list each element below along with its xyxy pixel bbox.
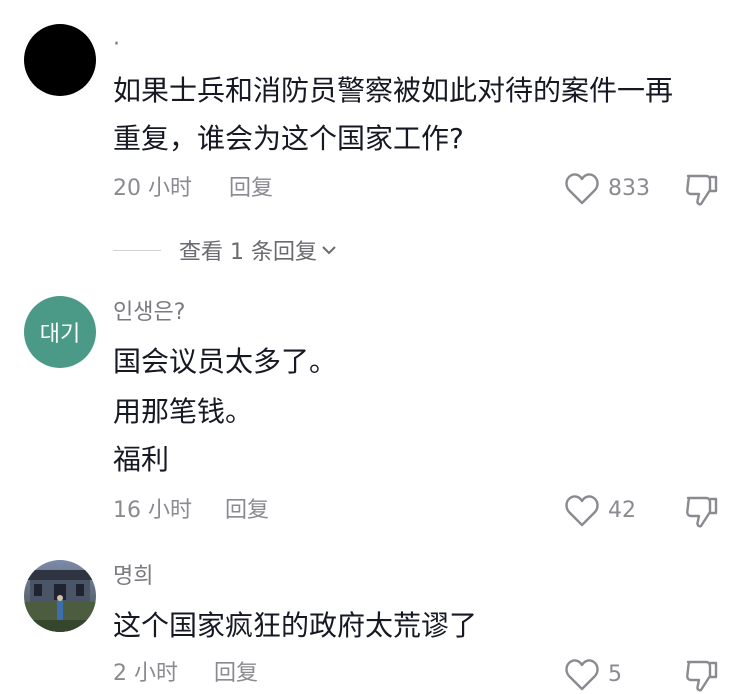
like-button[interactable]: 5 — [564, 658, 622, 692]
dislike-icon[interactable] — [684, 658, 720, 694]
like-count: 5 — [608, 662, 622, 687]
comment-text-line: 国会议员太多了。 — [113, 345, 338, 378]
view-replies-label: 查看 1 条回复 — [179, 240, 317, 265]
like-count: 42 — [608, 498, 636, 523]
chevron-down-icon — [321, 244, 337, 256]
comment-text-line: 福利 — [113, 443, 170, 476]
comment-text-line: 重复，谁会为这个国家工作? — [113, 122, 464, 155]
comment-time: 2 小时 — [113, 661, 178, 686]
comment-text-line: 用那笔钱。 — [113, 395, 254, 428]
like-count: 833 — [608, 176, 650, 201]
username[interactable]: · — [113, 34, 120, 56]
avatar[interactable]: 대기 — [24, 296, 96, 368]
heart-icon — [564, 172, 600, 206]
reply-button[interactable]: 回复 — [225, 500, 269, 522]
like-button[interactable]: 42 — [564, 494, 636, 528]
dislike-icon[interactable] — [684, 172, 720, 208]
heart-icon — [564, 658, 600, 692]
comment-text-line: 这个国家疯狂的政府太荒谬了 — [113, 609, 478, 642]
comment-time: 20 小时 — [113, 176, 192, 201]
comment-text-line: 如果士兵和消防员警察被如此对待的案件一再 — [113, 74, 674, 107]
view-replies-button[interactable]: 查看 1 条回复 — [113, 234, 337, 266]
heart-icon — [564, 494, 600, 528]
username[interactable]: 인생은? — [113, 302, 185, 324]
username[interactable]: 명희 — [113, 566, 153, 588]
avatar[interactable] — [24, 560, 96, 632]
photo-avatar-image — [24, 560, 96, 632]
reply-button[interactable]: 回复 — [229, 178, 273, 200]
reply-button[interactable]: 回复 — [214, 663, 258, 685]
like-button[interactable]: 833 — [564, 172, 650, 206]
divider — [113, 249, 161, 251]
comment-time: 16 小时 — [113, 498, 192, 523]
avatar-text: 대기 — [39, 322, 81, 347]
dislike-icon[interactable] — [684, 494, 720, 530]
avatar[interactable] — [24, 24, 96, 96]
